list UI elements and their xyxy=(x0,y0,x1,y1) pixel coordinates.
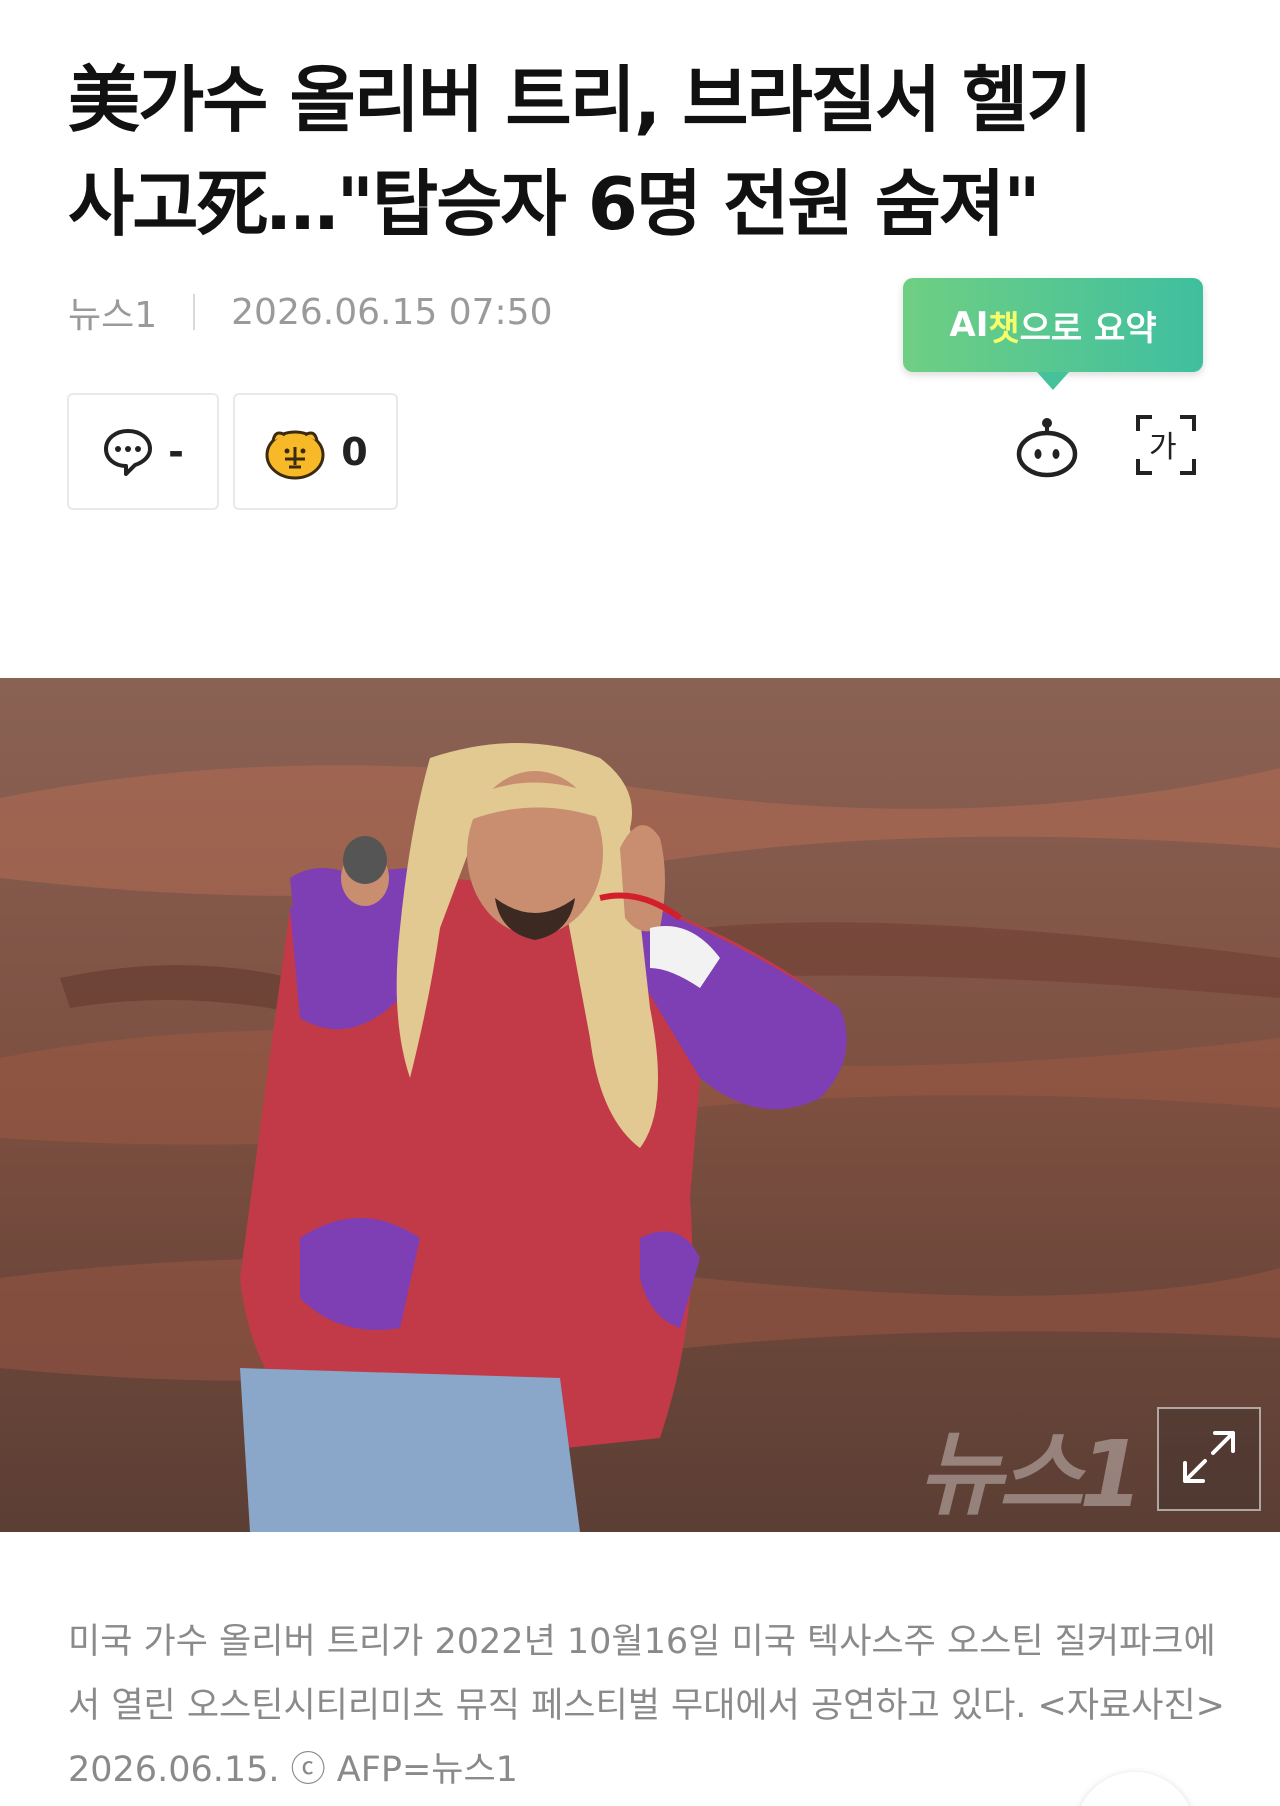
caption-line-3: 2026.06.15. ⓒ AFP=뉴스1 xyxy=(68,1750,518,1790)
comment-button[interactable]: - xyxy=(67,393,219,510)
publish-datetime: 2026.06.15 07:50 xyxy=(231,291,553,333)
speech-bubble-icon xyxy=(102,426,154,478)
article-meta: 뉴스1 2026.06.15 07:50 xyxy=(68,286,552,338)
expand-photo-button[interactable] xyxy=(1157,1407,1261,1511)
ai-summary-suffix: 으로 요약 xyxy=(1019,308,1157,349)
photo-caption: 미국 가수 올리버 트리가 2022년 10월16일 미국 텍사스주 오스틴 질… xyxy=(68,1610,1225,1802)
chatbot-icon[interactable] xyxy=(1012,410,1082,480)
photo-watermark: 뉴스1 xyxy=(918,1421,1143,1528)
reaction-button[interactable]: 0 xyxy=(233,393,398,510)
ai-summary-prefix: AI xyxy=(949,305,989,345)
ai-summary-highlight: 챗 xyxy=(988,308,1020,349)
article-headline: 美가수 올리버 트리, 브라질서 헬기 사고死…"탑승자 6명 전원 숨져" xyxy=(68,48,1218,256)
meta-divider xyxy=(193,294,196,330)
svg-text:가: 가 xyxy=(1149,430,1177,465)
reaction-count: 0 xyxy=(341,429,368,474)
expand-icon xyxy=(1177,1425,1241,1493)
caption-line-2: 서 열린 오스틴시티리미츠 뮤직 페스티벌 무대에서 공연하고 있다. <자료사… xyxy=(68,1686,1225,1726)
headline-line-1: 美가수 올리버 트리, 브라질서 헬기 xyxy=(68,58,1093,142)
headline-line-2: 사고死…"탑승자 6명 전원 숨져" xyxy=(68,162,1041,246)
emoji-reaction-icon xyxy=(263,423,327,481)
caption-line-1: 미국 가수 올리버 트리가 2022년 10월16일 미국 텍사스주 오스틴 질… xyxy=(68,1622,1216,1662)
ai-summary-button[interactable]: AI 챗 으로 요약 xyxy=(903,278,1203,390)
font-size-icon[interactable]: 가 xyxy=(1131,410,1201,480)
comment-count: - xyxy=(168,429,184,474)
news-source[interactable]: 뉴스1 xyxy=(68,286,157,338)
